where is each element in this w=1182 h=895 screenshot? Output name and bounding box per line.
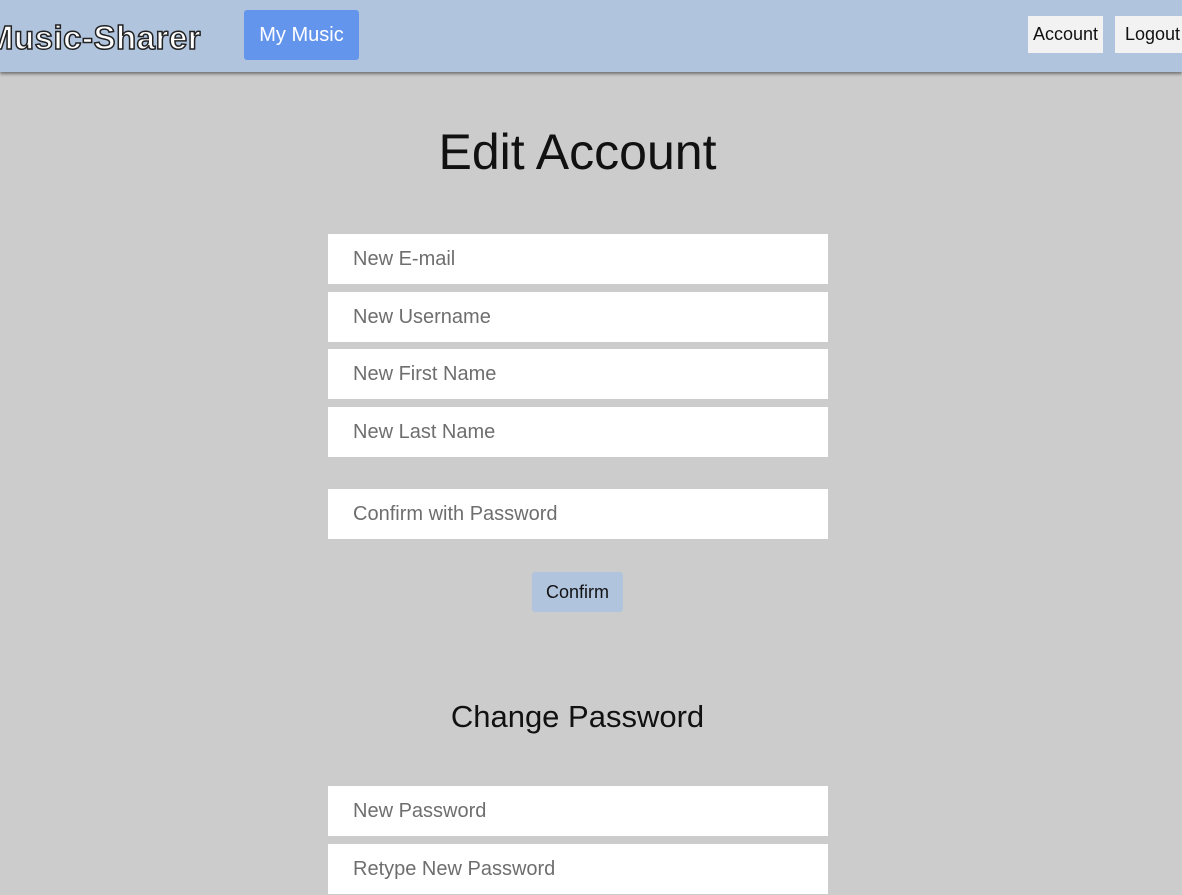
logout-button[interactable]: Logout — [1115, 16, 1182, 53]
change-password-heading: Change Password — [450, 699, 705, 734]
new-password-input[interactable] — [353, 786, 828, 837]
retype-password-field[interactable] — [328, 844, 828, 895]
confirm-password-input[interactable] — [353, 489, 828, 540]
last-name-input[interactable] — [353, 407, 828, 458]
email-field[interactable] — [328, 234, 828, 285]
confirm-button[interactable]: Confirm — [532, 572, 623, 612]
main-content: Edit Account Confirm Change Password — [0, 72, 1182, 895]
brand-logo[interactable]: Music-Sharer — [0, 18, 201, 58]
page-title: Edit Account — [438, 124, 717, 180]
email-input[interactable] — [353, 234, 828, 285]
username-field[interactable] — [328, 292, 828, 343]
username-input[interactable] — [353, 292, 828, 343]
account-button[interactable]: Account — [1028, 16, 1103, 53]
my-music-button[interactable]: My Music — [244, 10, 359, 60]
new-password-field[interactable] — [328, 786, 828, 837]
confirm-password-field[interactable] — [328, 489, 828, 540]
last-name-field[interactable] — [328, 407, 828, 458]
retype-password-input[interactable] — [353, 844, 828, 895]
top-navbar: Music-Sharer My Music Account Logout — [0, 0, 1182, 72]
first-name-input[interactable] — [353, 349, 828, 400]
first-name-field[interactable] — [328, 349, 828, 400]
